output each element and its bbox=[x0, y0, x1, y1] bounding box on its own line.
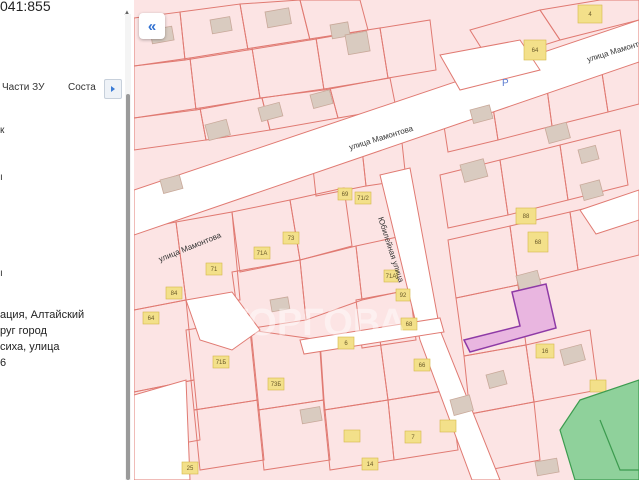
house-number-label: 68 bbox=[535, 240, 542, 246]
house-number-label: 71/2 bbox=[357, 196, 369, 202]
address-line: руг город bbox=[0, 325, 47, 337]
house-number-label: 66 bbox=[419, 363, 426, 369]
cadastral-map[interactable]: 71 73 71А 71/2 69 71Б 73Б 84 64 71А 92 68 66 6 7 14 25 64… bbox=[134, 0, 639, 480]
scrollbar-thumb[interactable] bbox=[126, 94, 130, 480]
house-number-label: 69 bbox=[342, 192, 349, 198]
field-fragment: ı bbox=[0, 268, 3, 279]
address-text: ация, Алтайский руг город сиха, улица 6 bbox=[0, 307, 84, 371]
house-number-label: 64 bbox=[148, 316, 155, 322]
triangle-right-icon bbox=[111, 86, 115, 92]
tabs-next-button[interactable] bbox=[104, 79, 122, 99]
parking-icon: P bbox=[502, 78, 509, 89]
cadastral-number: 041:855 bbox=[0, 0, 51, 14]
house-number-label: 84 bbox=[171, 291, 178, 297]
info-panel: 041:855 Части ЗУ Соста к ı ı ация, Алтай… bbox=[0, 0, 134, 480]
house-number-label: 73 bbox=[288, 236, 295, 242]
house-number-label: 71Б bbox=[216, 360, 227, 366]
house-number-label: 14 bbox=[367, 462, 374, 468]
address-line: ация, Алтайский bbox=[0, 309, 85, 321]
tab-composition[interactable]: Соста bbox=[68, 82, 96, 93]
house-number-label: 16 bbox=[542, 349, 549, 355]
field-fragment: к bbox=[0, 125, 5, 136]
house-number-label: 88 bbox=[523, 214, 530, 220]
house-number-label: 71А bbox=[257, 251, 268, 257]
tab-parts[interactable]: Части ЗУ bbox=[2, 82, 44, 93]
collapse-panel-button[interactable]: « bbox=[139, 13, 165, 39]
house-number-label: 73Б bbox=[271, 382, 282, 388]
panel-scrollbar[interactable] bbox=[125, 14, 131, 480]
house-number-label: 25 bbox=[187, 466, 194, 472]
field-fragment: ı bbox=[0, 172, 3, 183]
address-line: сиха, улица bbox=[0, 341, 60, 353]
chevrons-left-icon: « bbox=[147, 17, 157, 35]
watermark-text: ТОРГОВА bbox=[225, 302, 406, 344]
house-number-label: 71 bbox=[211, 267, 218, 273]
house-number-label: 64 bbox=[532, 48, 539, 54]
house-number-label: 92 bbox=[400, 293, 407, 299]
address-line: 6 bbox=[0, 357, 7, 369]
house-number-label: 68 bbox=[406, 322, 413, 328]
